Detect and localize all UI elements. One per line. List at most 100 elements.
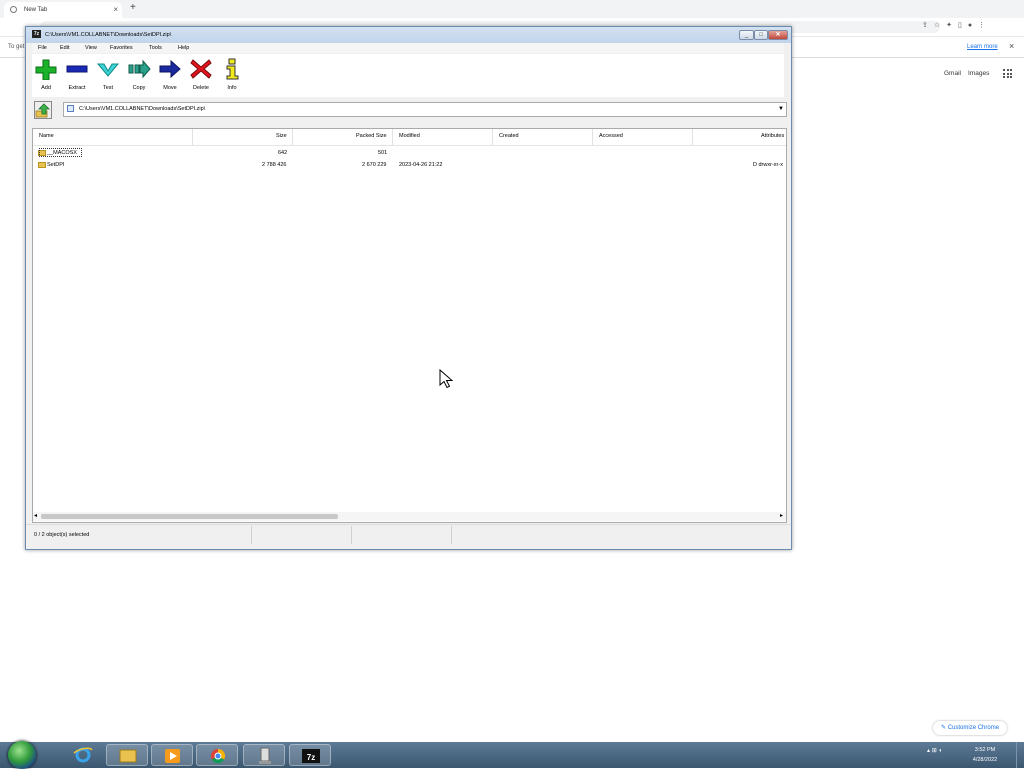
profile-icon[interactable]: ●	[968, 22, 978, 29]
menu-help[interactable]: Help	[178, 45, 189, 51]
copy-label: Copy	[132, 85, 146, 91]
menu-tools[interactable]: Tools	[149, 45, 162, 51]
info-button[interactable]: Info	[219, 58, 245, 91]
column-accessed[interactable]: Accessed	[599, 133, 623, 139]
row-packed-size: 501	[378, 150, 388, 156]
info-label: Info	[227, 85, 237, 91]
7zip-icon: 7z	[302, 749, 320, 763]
path-text: C:\Users\VM1.COLLABNET\Downloads\SetDPI.…	[79, 106, 206, 112]
row-packed-size: 2 670 229	[362, 162, 387, 168]
menu-file[interactable]: File	[38, 45, 47, 51]
chrome-tab-new-tab[interactable]: New Tab ×	[4, 2, 122, 18]
7zip-window: 7z C:\Users\VM1.COLLABNET\Downloads\SetD…	[25, 26, 792, 550]
star-icon[interactable]: ☆	[934, 22, 946, 29]
taskbar-file-explorer[interactable]	[106, 744, 148, 766]
system-tray[interactable]: ▴ ⊞ ◖	[927, 747, 942, 754]
start-button[interactable]	[8, 741, 36, 769]
column-divider[interactable]	[392, 129, 393, 145]
column-divider[interactable]	[492, 129, 493, 145]
column-created[interactable]: Created	[499, 133, 519, 139]
tab-close-icon[interactable]: ×	[113, 5, 118, 14]
customize-chrome-button[interactable]: ✎ Customize Chrome	[933, 721, 1008, 735]
up-arrow-icon	[35, 103, 50, 118]
delete-label: Delete	[193, 85, 209, 91]
maximize-button[interactable]: □	[754, 30, 768, 40]
row-size: 2 788 426	[262, 162, 287, 168]
folder-icon	[38, 162, 46, 168]
volume-icon[interactable]: ◖	[938, 748, 942, 754]
up-folder-button[interactable]	[34, 101, 52, 119]
column-divider[interactable]	[692, 129, 693, 145]
column-attributes[interactable]: Attributes	[761, 133, 784, 139]
row-size: 642	[278, 150, 288, 156]
tray-expand-icon[interactable]: ▴	[927, 748, 930, 754]
menu-view[interactable]: View	[85, 45, 97, 51]
row-name: __MACOSX	[47, 150, 77, 156]
scroll-right-icon[interactable]: ▸	[780, 512, 783, 519]
chrome-favicon-icon	[10, 6, 17, 13]
delete-x-icon	[189, 58, 213, 80]
column-name[interactable]: Name	[39, 133, 54, 139]
add-button[interactable]: Add	[33, 58, 59, 91]
column-divider[interactable]	[592, 129, 593, 145]
infobar-text: To get	[8, 44, 25, 50]
test-button[interactable]: Test	[95, 58, 121, 91]
tab-title: New Tab	[24, 7, 48, 13]
column-divider[interactable]	[292, 129, 293, 145]
taskbar-7zip[interactable]: 7z	[289, 744, 331, 766]
path-dropdown-icon[interactable]: ▼	[778, 106, 784, 112]
column-size[interactable]: Size	[276, 133, 287, 139]
file-list[interactable]	[32, 128, 787, 523]
scrollbar-thumb[interactable]	[41, 514, 338, 519]
learn-more-link[interactable]: Learn more	[967, 44, 998, 50]
clock-time[interactable]: 3:52 PM	[970, 747, 1000, 753]
images-link[interactable]: Images	[968, 70, 989, 77]
copy-button[interactable]: Copy	[126, 58, 152, 91]
svg-text:7z: 7z	[307, 753, 315, 762]
minimize-button[interactable]: _	[739, 30, 754, 40]
google-apps-icon[interactable]	[1003, 69, 1012, 78]
menu-favorites[interactable]: Favorites	[110, 45, 133, 51]
gmail-link[interactable]: Gmail	[944, 70, 961, 77]
media-player-icon	[165, 749, 180, 763]
status-divider	[451, 526, 452, 544]
taskbar-usb-drive[interactable]	[243, 744, 285, 766]
network-icon[interactable]: ⊞	[932, 748, 937, 754]
menu-edit[interactable]: Edit	[60, 45, 69, 51]
taskbar-media-player[interactable]	[151, 744, 193, 766]
infobar-close-icon[interactable]: ×	[1009, 41, 1014, 51]
sidepanel-icon[interactable]: ▯	[958, 22, 968, 29]
menu-bar	[32, 43, 784, 53]
taskbar-internet-explorer[interactable]	[62, 744, 104, 766]
table-row[interactable]	[33, 148, 786, 159]
status-text: 0 / 2 object(s) selected	[34, 532, 90, 538]
add-label: Add	[41, 85, 51, 91]
close-button[interactable]: ✕	[768, 30, 788, 40]
new-tab-button[interactable]: +	[130, 2, 136, 13]
test-label: Test	[102, 85, 114, 91]
7zip-app-icon: 7z	[32, 30, 41, 38]
menu-icon[interactable]: ⋮	[978, 22, 991, 29]
column-packed-size[interactable]: Packed Size	[356, 133, 387, 139]
show-desktop-button[interactable]	[1016, 742, 1024, 768]
scroll-left-icon[interactable]: ◂	[34, 512, 37, 519]
move-button[interactable]: Move	[157, 58, 183, 91]
column-divider[interactable]	[192, 129, 193, 145]
row-modified: 2023-04-26 21:22	[399, 162, 443, 168]
info-icon	[220, 58, 244, 80]
extract-label: Extract	[68, 85, 86, 91]
delete-button[interactable]: Delete	[188, 58, 214, 91]
column-modified[interactable]: Modified	[399, 133, 420, 139]
extensions-icon[interactable]: ✦	[946, 22, 958, 29]
row-attributes: D drwxr-xr-x	[753, 162, 783, 168]
archive-path-icon	[67, 105, 74, 112]
clock-date[interactable]: 4/28/2022	[970, 757, 1000, 763]
folder-icon	[119, 749, 137, 763]
copy-arrow-icon	[127, 58, 151, 80]
extract-button[interactable]: Extract	[64, 58, 90, 91]
taskbar-chrome[interactable]	[196, 744, 238, 766]
share-icon[interactable]: ⇪	[922, 22, 934, 29]
row-name: SetDPI	[47, 162, 65, 168]
window-title: C:\Users\VM1.COLLABNET\Downloads\SetDPI.…	[45, 32, 172, 38]
status-divider	[351, 526, 352, 544]
